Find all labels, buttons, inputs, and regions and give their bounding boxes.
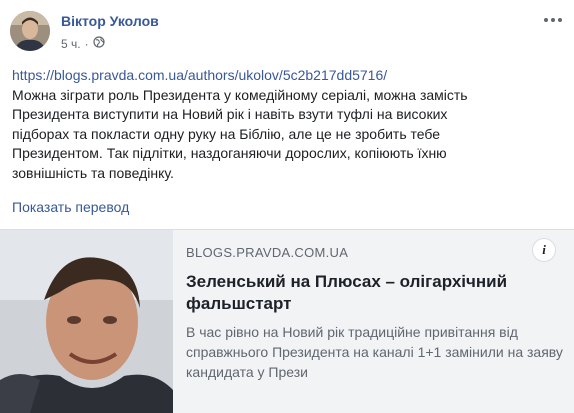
info-icon[interactable]: i bbox=[532, 238, 556, 262]
post-link[interactable]: https://blogs.pravda.com.ua/authors/ukol… bbox=[12, 66, 560, 86]
facebook-post: Віктор Уколов 5 ч. · https://blogs.pravd… bbox=[0, 0, 574, 413]
link-description: В час рівно на Новий рік традиційне прив… bbox=[186, 324, 563, 380]
dot-icon bbox=[558, 18, 562, 22]
post-line: Президентом. Так підлітки, наздоганяючи … bbox=[12, 145, 447, 161]
more-options-button[interactable] bbox=[542, 12, 564, 28]
post-line: підборах та покласти одну руку на Біблію… bbox=[12, 125, 441, 142]
post-timestamp[interactable]: 5 ч. bbox=[61, 37, 81, 51]
link-preview-text[interactable]: BLOGS.PRAVDA.COM.UA Зеленський на Плюсах… bbox=[186, 230, 574, 413]
post-line: Можна зіграти роль Президента у комедійн… bbox=[12, 86, 468, 103]
link-preview-image[interactable] bbox=[0, 230, 173, 413]
dot-icon bbox=[544, 18, 548, 22]
globe-icon[interactable] bbox=[92, 36, 105, 51]
dot-icon bbox=[551, 18, 555, 22]
post-text: https://blogs.pravda.com.ua/authors/ukol… bbox=[12, 66, 560, 183]
link-preview-card[interactable]: BLOGS.PRAVDA.COM.UA Зеленський на Плюсах… bbox=[0, 229, 574, 413]
portrait-photo bbox=[0, 230, 173, 413]
author-name[interactable]: Віктор Уколов bbox=[61, 13, 159, 29]
meta-separator: · bbox=[84, 36, 89, 51]
avatar[interactable] bbox=[10, 11, 50, 51]
post-line: зовнішність та поведінку. bbox=[12, 164, 174, 181]
link-title[interactable]: Зеленський на Плюсах – олігархічний фаль… bbox=[186, 271, 556, 315]
avatar-photo bbox=[10, 11, 50, 51]
link-domain: BLOGS.PRAVDA.COM.UA bbox=[186, 245, 349, 260]
show-translation-link[interactable]: Показать перевод bbox=[12, 199, 129, 215]
post-line: Президента виступити на Новий рік і наві… bbox=[12, 106, 448, 122]
post-meta: 5 ч. · bbox=[61, 36, 105, 51]
